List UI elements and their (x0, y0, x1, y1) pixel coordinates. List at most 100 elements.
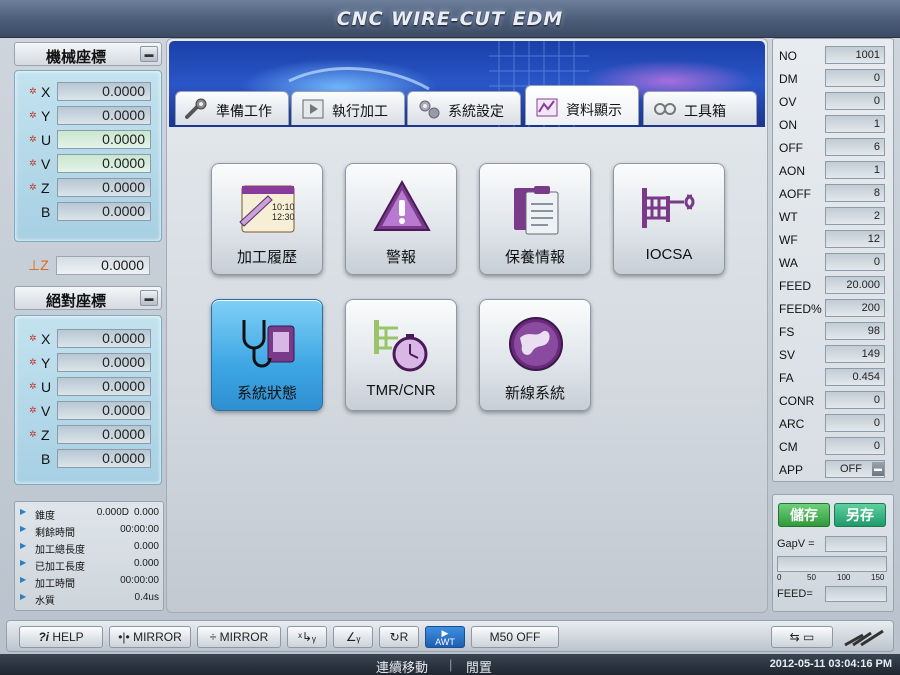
scale-tick: 0 (777, 573, 782, 582)
param-value[interactable]: 1 (825, 161, 885, 179)
rotate-angle-button[interactable]: ∠ᵧ (333, 626, 373, 648)
network-icon (843, 625, 889, 647)
axis-label: Y (41, 355, 51, 371)
angle-rotate-icon: ∠ᵧ (345, 630, 361, 644)
tab-preparation[interactable]: 準備工作 (175, 91, 289, 125)
absolute-coords-label: 絕對座標 (45, 293, 106, 310)
help-label: HELP (52, 630, 84, 644)
param-row: FEED 20.000 (773, 274, 895, 297)
machine-coords-header[interactable]: 機械座標 ▬ (14, 42, 162, 66)
param-value[interactable]: 2 (825, 207, 885, 225)
param-key: WF (779, 233, 798, 247)
circuit-icon (642, 188, 695, 228)
param-key: CM (779, 440, 798, 454)
star-icon: ✲ (29, 357, 37, 367)
chevron-down-icon[interactable]: ▬ (140, 46, 158, 62)
machine-state: 閒置 (466, 660, 493, 675)
param-value[interactable]: 8 (825, 184, 885, 202)
new-wire-system-button[interactable]: 新線系統 (479, 299, 591, 411)
param-value[interactable]: 0.454 (825, 368, 885, 386)
mirror-vertical-icon: ÷ (209, 630, 217, 644)
abs-coord-row-u: ✲ U 0.0000 (15, 376, 163, 398)
help-icon: ?i (38, 630, 49, 644)
param-key: WT (779, 210, 798, 224)
history-button[interactable]: 10:10 12:30 加工履歷 (211, 163, 323, 275)
param-key: AOFF (779, 187, 811, 201)
mirror-x-button[interactable]: •|• MIRROR (109, 626, 191, 648)
coord-value: 0.0000 (57, 202, 151, 221)
param-value[interactable]: 1001 (825, 46, 885, 64)
bottom-toolbar: ?i HELP •|• MIRROR ÷ MIRROR ˣ↳ᵧ ∠ᵧ ↻R ▶ … (6, 620, 894, 652)
info-key: 水質 (35, 596, 55, 607)
param-value[interactable]: 98 (825, 322, 885, 340)
app-title: CNC WIRE-CUT EDM (336, 8, 564, 30)
stethoscope-icon (242, 320, 295, 368)
usb-disk-button[interactable]: ⇆ ▭ (771, 626, 833, 648)
m50-label: M50 OFF (489, 630, 541, 644)
param-value[interactable]: 0 (825, 437, 885, 455)
chart-icon (536, 98, 558, 117)
machine-coord-row-b: B 0.0000 (15, 201, 163, 223)
param-value[interactable]: 0 (825, 92, 885, 110)
absolute-coords-box: ✲ X 0.0000 ✲ Y 0.0000 ✲ U 0.0000 ✲ V 0.0… (14, 315, 162, 485)
info-key: 剩餘時間 (35, 528, 75, 539)
axis-swap-button[interactable]: ˣ↳ᵧ (287, 626, 327, 648)
param-key: AON (779, 164, 806, 178)
save-as-button[interactable]: 另存 (834, 503, 886, 527)
chevron-down-icon[interactable]: ▬ (140, 290, 158, 306)
param-value[interactable]: 20.000 (825, 276, 885, 294)
status-separator: | (449, 657, 453, 672)
coord-value: 0.0000 (57, 401, 151, 420)
param-value[interactable]: 149 (825, 345, 885, 363)
iocsa-button[interactable]: IOCSA (613, 163, 725, 275)
param-value[interactable]: 200 (825, 299, 885, 317)
param-value[interactable]: 0 (825, 69, 885, 87)
param-value[interactable]: 0 (825, 391, 885, 409)
usb-icon: ⇆ (789, 630, 800, 644)
param-value[interactable]: 1 (825, 115, 885, 133)
tab-execute[interactable]: 執行加工 (291, 91, 405, 125)
help-button[interactable]: ?i HELP (19, 626, 103, 648)
save-button[interactable]: 儲存 (778, 503, 830, 527)
info-value: 0.000 (133, 507, 159, 518)
info-key: 加工時間 (35, 579, 75, 590)
absolute-coords-header[interactable]: 絕對座標 ▬ (14, 286, 162, 310)
param-value[interactable]: 6 (825, 138, 885, 156)
machine-coord-row-v: ✲ V 0.0000 (15, 153, 163, 175)
mirror-horizontal-icon: •|• (118, 630, 130, 644)
history-clock-bottom: 12:30 (272, 212, 295, 222)
mirror-y-button[interactable]: ÷ MIRROR (197, 626, 281, 648)
triangle-right-icon: ▶ (20, 575, 27, 584)
coord-value: 0.0000 (57, 377, 151, 396)
tab-toolbox[interactable]: 工具箱 (643, 91, 757, 125)
m50-off-button[interactable]: M50 OFF (471, 626, 559, 648)
maintenance-button[interactable]: 保養情報 (479, 163, 591, 275)
timer-counter-button[interactable]: TMR/CNR (345, 299, 457, 411)
gap-bar (777, 556, 887, 572)
param-row: FA 0.454 (773, 366, 895, 389)
alarm-button[interactable]: 警報 (345, 163, 457, 275)
tab-bar: 準備工作 執行加工 系統設定 資料顯示 工具箱 (175, 85, 765, 125)
new-wire-system-button-label: 新線系統 (504, 385, 565, 402)
param-value[interactable]: 0 (825, 414, 885, 432)
left-panel: 機械座標 ▬ ✲ X 0.0000 ✲ Y 0.0000 ✲ U 0.0000 … (6, 38, 164, 613)
chevron-down-icon[interactable]: ▬ (872, 462, 884, 476)
scale-tick: 150 (871, 573, 885, 582)
awt-label: AWT (435, 637, 455, 647)
tab-data-display[interactable]: 資料顯示 (525, 85, 639, 125)
param-row: OFF 6 (773, 136, 895, 159)
system-status-button[interactable]: 系統狀態 (211, 299, 323, 411)
axis-label: Y (41, 108, 51, 124)
triangle-right-icon: ▶ (20, 541, 27, 550)
param-value[interactable]: 0 (825, 253, 885, 271)
star-icon: ✲ (29, 86, 37, 96)
info-value: 0.4us (134, 592, 159, 603)
save-panel: 儲存 另存 GapV = 0 50 100 150 FEED= (772, 494, 894, 612)
coord-value: 0.0000 (57, 106, 151, 125)
info-value: 0.000D (96, 507, 129, 518)
tab-system-settings[interactable]: 系統設定 (407, 91, 521, 125)
param-value[interactable]: 12 (825, 230, 885, 248)
awt-button[interactable]: ▶ AWT (425, 626, 465, 648)
param-key: ARC (779, 417, 805, 431)
rotate-button[interactable]: ↻R (379, 626, 419, 648)
